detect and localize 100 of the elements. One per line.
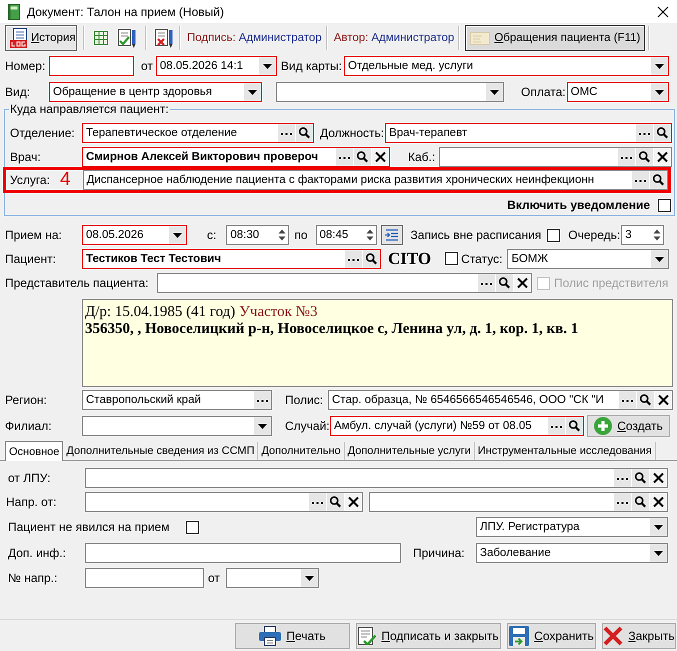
- print-button[interactable]: Печать: [235, 622, 350, 648]
- lookup-field[interactable]: Диспансерное наблюдение пациента с факторами риска развития хронических неинфекционн: [82, 170, 668, 190]
- ellipsis-icon[interactable]: [478, 274, 495, 292]
- ellipsis-icon[interactable]: [309, 493, 326, 511]
- ellipsis-icon[interactable]: [614, 469, 631, 487]
- checkbox[interactable]: [658, 198, 671, 212]
- lookup-field[interactable]: Амбул. случай (услуги) №59 от 08.05: [330, 416, 584, 436]
- search-icon[interactable]: [654, 124, 671, 142]
- lookup-field[interactable]: Терапевтическое отделение: [82, 122, 314, 142]
- lookup-field[interactable]: [157, 273, 532, 293]
- clear-icon[interactable]: [655, 391, 672, 409]
- tab[interactable]: Дополнительно: [258, 442, 345, 460]
- document-icon: [10, 28, 27, 48]
- dropdown[interactable]: Отдельные мед. услуги: [344, 56, 669, 76]
- dropdown[interactable]: Обращение в центр здоровья: [49, 82, 262, 102]
- lookup-field[interactable]: [85, 468, 668, 488]
- tab[interactable]: Основное: [5, 441, 64, 461]
- checkbox[interactable]: [186, 520, 199, 534]
- ellipsis-icon[interactable]: [636, 124, 653, 142]
- field-label: Врач:: [10, 150, 42, 164]
- printer-icon: [259, 626, 282, 646]
- field-label: Прием на:: [5, 228, 63, 242]
- clear-icon[interactable]: [372, 148, 389, 166]
- checkbox[interactable]: [547, 228, 560, 242]
- search-icon[interactable]: [566, 417, 583, 435]
- spin-box[interactable]: 08:45: [316, 225, 377, 245]
- create-button[interactable]: Создать: [587, 415, 670, 437]
- ellipsis-icon[interactable]: [254, 391, 271, 409]
- patient-visits-button[interactable]: Обращения пациента (F11): [465, 25, 646, 51]
- search-icon[interactable]: [636, 148, 653, 166]
- dropdown[interactable]: ЛПУ. Регистратура: [476, 517, 668, 537]
- tab[interactable]: Инструментальные исследования: [474, 442, 656, 460]
- clear-icon[interactable]: [654, 148, 671, 166]
- dropdown[interactable]: 08.05.2026: [82, 225, 187, 245]
- clear-icon[interactable]: [345, 493, 362, 511]
- lookup-field[interactable]: Стар. образца, № 6546566546546546, ООО "СК "И: [328, 390, 673, 410]
- search-icon[interactable]: [296, 124, 313, 142]
- field-label: Полис:: [285, 393, 324, 407]
- field-label: Регион:: [5, 393, 48, 407]
- tab[interactable]: Дополнительные сведения из ССМП: [63, 442, 258, 460]
- ellipsis-icon[interactable]: [345, 250, 362, 268]
- search-icon[interactable]: [496, 274, 513, 292]
- save-icon: [509, 626, 530, 646]
- ellipsis-icon[interactable]: [618, 148, 635, 166]
- lookup-field[interactable]: Врач-терапевт: [385, 122, 672, 142]
- birth-date-text: Д/р: 15.04.1985 (41 год): [85, 304, 236, 320]
- group-title: Куда направляется пациент:: [9, 102, 170, 116]
- search-icon[interactable]: [632, 493, 649, 511]
- lookup-field[interactable]: Смирнов Алексей Викторович провероч: [82, 147, 390, 167]
- table-icon[interactable]: [93, 30, 109, 46]
- ellipsis-icon[interactable]: [632, 171, 649, 189]
- field-label: Пациент не явился на прием: [8, 520, 170, 534]
- lookup-field[interactable]: [85, 492, 363, 512]
- search-icon[interactable]: [637, 391, 654, 409]
- close-icon[interactable]: [657, 6, 669, 18]
- lookup-field[interactable]: [439, 147, 672, 167]
- ellipsis-icon[interactable]: [614, 493, 631, 511]
- card-icon: [470, 30, 490, 46]
- field-label: Напр. от:: [6, 495, 58, 509]
- list-icon[interactable]: [380, 225, 403, 245]
- field-label: Представитель пациента:: [5, 276, 150, 290]
- ellipsis-icon[interactable]: [278, 124, 295, 142]
- dropdown[interactable]: Заболевание: [476, 543, 668, 563]
- close-button[interactable]: Закрыть: [602, 622, 676, 648]
- field-label: Услуга:: [10, 173, 51, 187]
- clear-icon[interactable]: [650, 469, 667, 487]
- dropdown[interactable]: ОМС: [566, 82, 669, 102]
- book-icon: [7, 4, 21, 20]
- save-button[interactable]: Сохранить: [507, 622, 596, 648]
- ellipsis-icon[interactable]: [619, 391, 636, 409]
- field-label: от ЛПУ:: [8, 471, 52, 485]
- clear-icon[interactable]: [514, 274, 531, 292]
- plus-icon: [594, 417, 612, 435]
- clear-icon[interactable]: [650, 493, 667, 511]
- field-label: Очередь:: [568, 228, 620, 242]
- text-field[interactable]: [85, 568, 204, 588]
- ellipsis-icon[interactable]: [548, 417, 565, 435]
- checkbox[interactable]: [445, 252, 458, 265]
- search-icon[interactable]: [327, 493, 344, 511]
- search-icon[interactable]: [632, 469, 649, 487]
- spin-box[interactable]: 3: [621, 225, 664, 245]
- document-check-icon[interactable]: [118, 28, 136, 48]
- search-icon[interactable]: [650, 171, 667, 189]
- tab[interactable]: Дополнительные услуги: [344, 442, 475, 460]
- document-cross-icon[interactable]: [155, 28, 173, 48]
- history-button[interactable]: История: [5, 25, 77, 51]
- field-label: по: [294, 228, 308, 242]
- spin-box[interactable]: 08:30: [226, 225, 290, 245]
- text-field[interactable]: [85, 543, 401, 563]
- dropdown[interactable]: БОМЖ: [507, 248, 669, 268]
- text-field[interactable]: [49, 56, 134, 76]
- search-icon[interactable]: [354, 148, 371, 166]
- search-icon[interactable]: [363, 250, 380, 268]
- lookup-field[interactable]: Ставропольский край: [82, 390, 272, 410]
- sign-and-close-button[interactable]: Подписать и закрыть: [356, 622, 501, 648]
- lookup-field[interactable]: [369, 492, 668, 512]
- lookup-field[interactable]: Тестиков Тест Тестович: [82, 248, 381, 268]
- field-label: Отделение:: [10, 126, 76, 140]
- ellipsis-icon[interactable]: [336, 148, 353, 166]
- dropdown[interactable]: 08.05.2026 14:1: [156, 56, 277, 76]
